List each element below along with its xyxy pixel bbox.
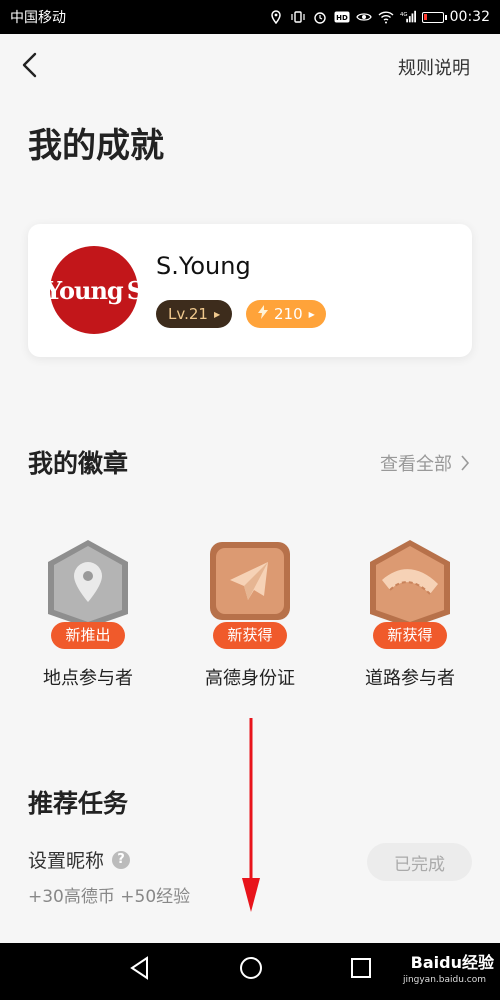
battery-level <box>423 13 427 20</box>
alarm-icon <box>312 10 328 24</box>
clock: 00:32 <box>449 9 490 25</box>
annotation-arrow-icon <box>242 718 260 912</box>
rules-link[interactable]: 规则说明 <box>398 54 470 80</box>
points-value: 210 <box>274 305 303 323</box>
badge-label: 高德身份证 <box>205 668 295 689</box>
view-all-link[interactable]: 查看全部 <box>380 450 470 476</box>
battery-icon <box>421 11 447 23</box>
signal-icon: 4G <box>400 10 416 24</box>
level-chip[interactable]: Lv.21 ▶ <box>156 300 232 328</box>
badge-amap-id[interactable]: 新获得 高德身份证 <box>180 536 320 689</box>
badges-section-title: 我的徽章 <box>28 449 129 478</box>
task-reward: +30高德币 +50经验 <box>28 887 191 907</box>
badge-location-participant[interactable]: 新推出 地点参与者 <box>18 536 158 689</box>
badge-tag: 新获得 <box>213 622 287 649</box>
status-bar: 中国移动 HD 4G 00:32 <box>0 0 500 34</box>
badge-road-participant[interactable]: 新获得 道路参与者 <box>340 536 480 689</box>
profile-card: Young S S.Young Lv.21 ▶ 210 ▶ <box>28 224 472 357</box>
level-value: Lv.21 <box>168 305 208 323</box>
chevron-right-icon <box>461 455 470 471</box>
avatar[interactable]: Young S <box>45 246 144 334</box>
chevron-right-icon: ▶ <box>213 309 221 319</box>
username: S.Young <box>156 252 251 280</box>
eye-icon <box>355 10 372 24</box>
badge-label: 地点参与者 <box>43 668 133 689</box>
carrier-name: 中国移动 <box>10 10 66 26</box>
paper-plane-badge-icon <box>210 542 290 620</box>
back-button[interactable] <box>18 50 44 80</box>
help-icon[interactable]: ? <box>112 850 131 869</box>
location-icon <box>268 10 284 24</box>
nav-recents-icon[interactable] <box>350 955 372 981</box>
tasks-section-title: 推荐任务 <box>28 789 129 818</box>
avatar-text-end: S <box>126 275 144 305</box>
nav-back-icon[interactable] <box>128 955 150 981</box>
svg-text:HD: HD <box>336 14 348 22</box>
header: 规则说明 <box>0 34 500 98</box>
pin-badge-icon <box>48 540 128 628</box>
page-title: 我的成就 <box>28 126 164 166</box>
badge-tag: 新获得 <box>373 622 447 649</box>
hd-icon: HD <box>334 10 350 24</box>
task-name: 设置昵称 <box>28 850 105 872</box>
lightning-icon <box>258 305 268 323</box>
watermark-url: jingyan.baidu.com <box>402 975 486 985</box>
wifi-icon <box>378 10 394 24</box>
navigation-bar: Baidu经验 jingyan.baidu.com <box>0 943 500 1000</box>
badge-label: 道路参与者 <box>365 668 455 689</box>
avatar-text: Young <box>44 275 124 305</box>
svg-text:4G: 4G <box>400 12 408 18</box>
task-status-button[interactable]: 已完成 <box>367 843 472 881</box>
status-icons: HD 4G 00:32 <box>268 9 490 25</box>
task-row: 设置昵称 ? <box>28 846 131 873</box>
points-chip[interactable]: 210 ▶ <box>246 300 326 328</box>
nav-home-icon[interactable] <box>238 955 264 981</box>
watermark-brand: Baidu经验 <box>410 953 494 972</box>
back-arrow-icon <box>22 52 37 78</box>
view-all-label: 查看全部 <box>380 454 452 475</box>
vibrate-icon <box>290 10 306 24</box>
badge-tag: 新推出 <box>51 622 125 649</box>
chevron-right-icon: ▶ <box>308 309 315 319</box>
road-badge-icon <box>370 540 450 628</box>
